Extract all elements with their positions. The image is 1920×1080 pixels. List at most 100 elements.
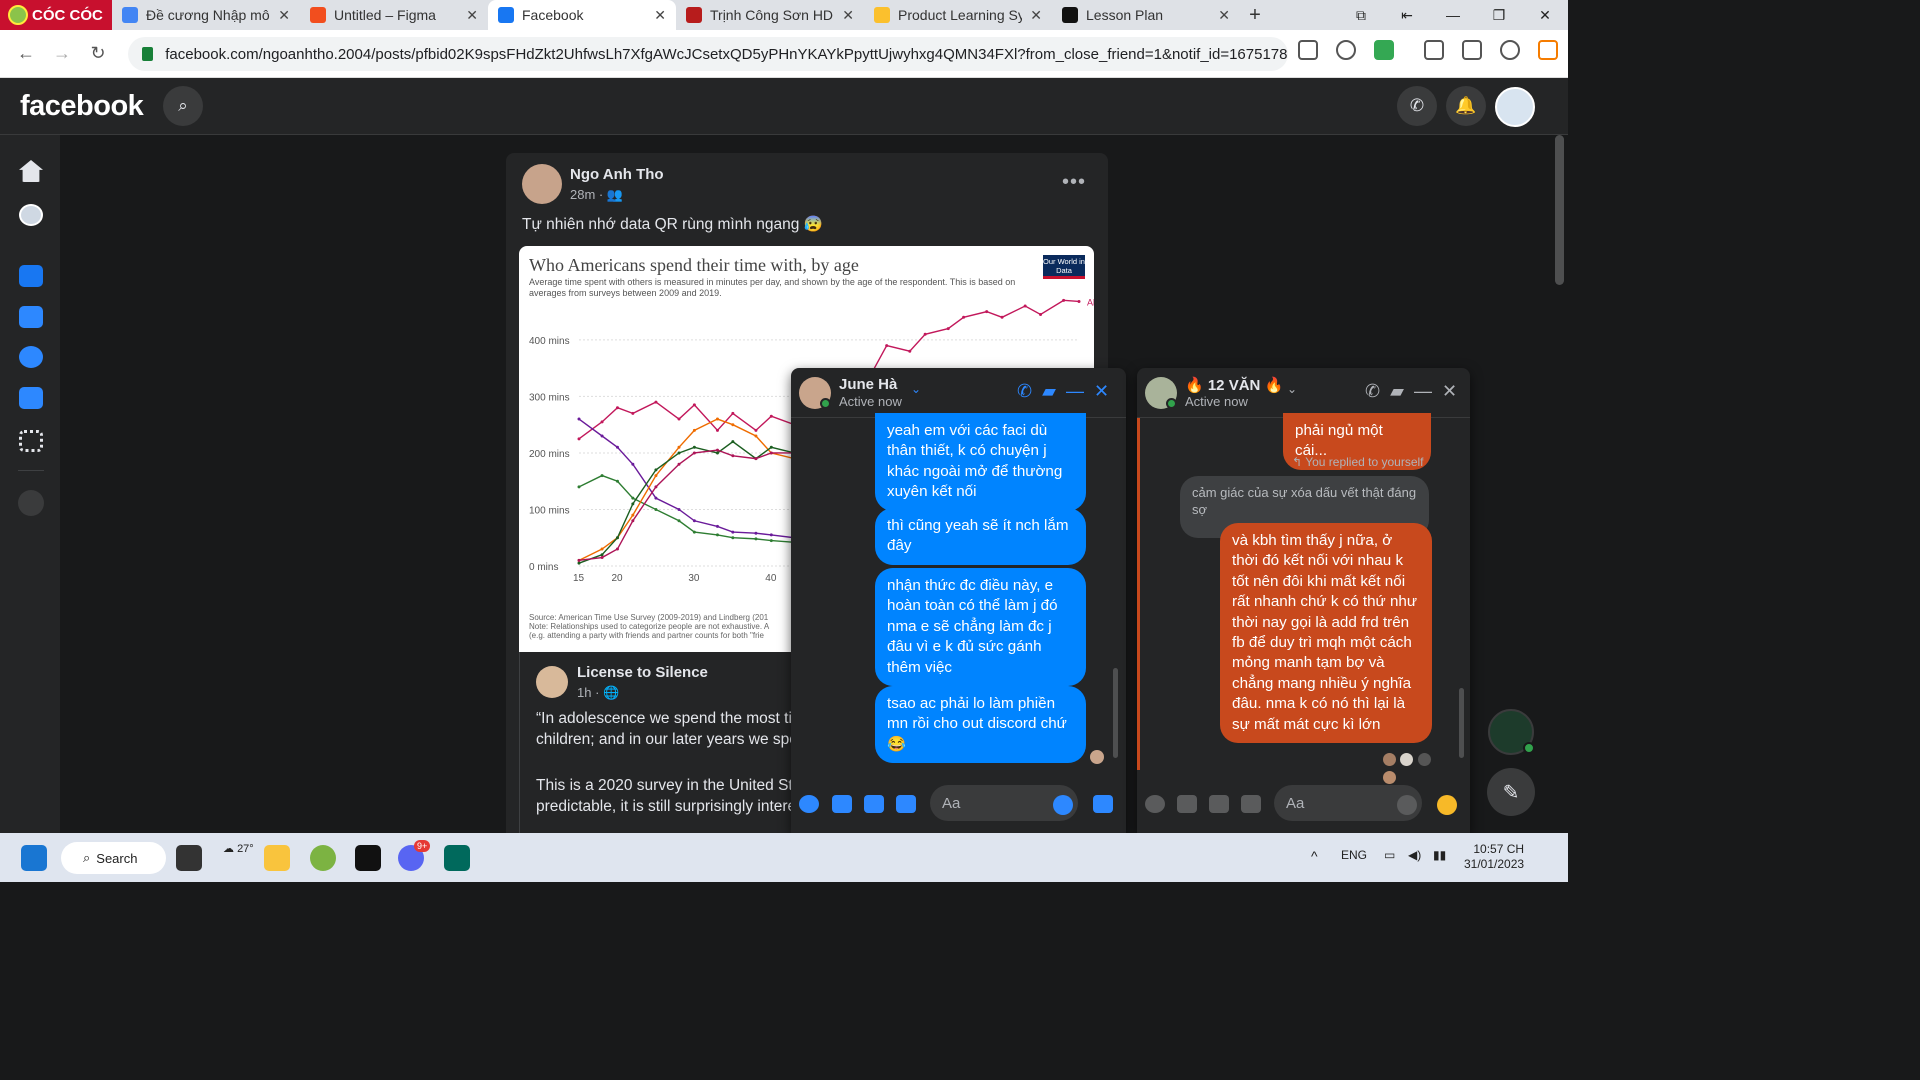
close-tab-icon[interactable]: ✕: [278, 7, 290, 24]
message-bubble[interactable]: và kbh tìm thấy j nữa, ở thời đó kết nối…: [1220, 523, 1432, 744]
like-icon[interactable]: [1093, 795, 1113, 813]
chat-scrollbar[interactable]: [1459, 688, 1464, 758]
new-message-icon[interactable]: ✎: [1487, 768, 1535, 816]
marketplace-icon[interactable]: [19, 306, 43, 328]
weather-widget[interactable]: ☁ 27°: [223, 842, 254, 855]
file-explorer-icon[interactable]: [264, 845, 290, 871]
close-tab-icon[interactable]: ✕: [466, 7, 478, 24]
home-icon[interactable]: [19, 160, 43, 182]
phone-icon[interactable]: ✆: [1017, 381, 1032, 402]
chat-name[interactable]: 🔥 12 VĂN 🔥: [1185, 376, 1283, 394]
close-tab-icon[interactable]: ✕: [654, 7, 666, 24]
share-icon[interactable]: [1298, 40, 1318, 60]
notion-icon[interactable]: [355, 845, 381, 871]
message-bubble[interactable]: nhận thức đc điều này, e hoàn toàn có th…: [875, 568, 1086, 687]
gif-icon[interactable]: [1241, 795, 1261, 813]
plus-icon[interactable]: [799, 795, 819, 813]
close-chat-icon[interactable]: ✕: [1442, 381, 1457, 402]
close-window-button[interactable]: ✕: [1522, 7, 1568, 24]
reload-icon[interactable]: ↻: [80, 43, 116, 64]
sticker-icon[interactable]: [864, 795, 884, 813]
browser-tab[interactable]: Đề cương Nhập môn ✕: [112, 0, 300, 30]
windows-start-icon[interactable]: [21, 845, 47, 871]
link-icon[interactable]: [18, 490, 44, 516]
search-icon[interactable]: ⌕: [163, 86, 203, 126]
coccoc-logo[interactable]: CÓC CÓC: [0, 0, 112, 30]
facebook-logo[interactable]: facebook: [20, 90, 144, 123]
chevron-down-icon[interactable]: ⌄: [1287, 382, 1297, 396]
post-author-avatar[interactable]: [522, 164, 562, 204]
image-icon[interactable]: [832, 795, 852, 813]
music-icon[interactable]: [1462, 40, 1482, 60]
profile-avatar[interactable]: [1495, 87, 1535, 127]
url-field[interactable]: facebook.com/ngoanhtho.2004/posts/pfbid0…: [128, 37, 1288, 71]
profile-icon[interactable]: [1500, 40, 1520, 60]
download-manager-icon[interactable]: [1538, 40, 1558, 60]
menu-grid-icon[interactable]: [19, 430, 43, 452]
minimize-chat-icon[interactable]: —: [1414, 381, 1432, 402]
app-icon[interactable]: [444, 845, 470, 871]
data-point: [1023, 304, 1027, 308]
message-bubble[interactable]: yeah em với các faci dù thân thiết, k có…: [875, 413, 1086, 511]
data-point: [769, 414, 773, 418]
minimize-button[interactable]: —: [1430, 7, 1476, 23]
language-indicator[interactable]: ENG: [1341, 848, 1367, 862]
messenger-icon[interactable]: ✆: [1397, 86, 1437, 126]
tray-chevron-icon[interactable]: ^: [1311, 848, 1318, 864]
taskbar-clock[interactable]: 10:57 CH 31/01/2023: [1464, 842, 1524, 872]
close-tab-icon[interactable]: ✕: [1030, 7, 1042, 24]
browser-tab[interactable]: Facebook ✕: [488, 0, 676, 30]
post-author-name[interactable]: Ngo Anh Tho: [570, 166, 664, 183]
video-icon[interactable]: ▰: [1390, 381, 1404, 402]
gaming-icon[interactable]: [19, 387, 43, 409]
profile-nav-avatar[interactable]: [19, 204, 43, 226]
chat-scrollbar[interactable]: [1113, 668, 1118, 758]
browser-tab[interactable]: Lesson Plan ✕: [1052, 0, 1240, 30]
volume-icon[interactable]: ◀): [1408, 848, 1421, 862]
groups-icon[interactable]: [19, 346, 43, 368]
shared-author-name[interactable]: License to Silence: [577, 664, 708, 681]
minimize-chat-icon[interactable]: —: [1066, 381, 1084, 402]
battery-icon[interactable]: ▮▮: [1433, 848, 1446, 862]
close-chat-icon[interactable]: ✕: [1094, 381, 1109, 402]
browser-tab[interactable]: Trịnh Công Sơn HD ✕: [676, 0, 864, 30]
emoji-icon[interactable]: [1397, 795, 1417, 815]
maximize-button[interactable]: ❐: [1476, 7, 1522, 24]
coccoc-taskbar-icon[interactable]: [310, 845, 336, 871]
browser-tab[interactable]: Product Learning Sy ✕: [864, 0, 1052, 30]
chevron-down-icon[interactable]: ⌄: [911, 382, 921, 396]
chat-name[interactable]: June Hà: [839, 376, 897, 393]
sticker-icon[interactable]: [1209, 795, 1229, 813]
message-bubble[interactable]: thì cũng yeah sẽ ít nch lắm đây: [875, 508, 1086, 565]
shared-author-avatar[interactable]: [536, 666, 568, 698]
smile-reaction-icon[interactable]: [1437, 795, 1457, 815]
tab-search-icon[interactable]: ⧉: [1338, 7, 1384, 24]
notifications-icon[interactable]: 🔔: [1446, 86, 1486, 126]
new-tab-button[interactable]: +: [1240, 4, 1270, 27]
video-icon[interactable]: ▰: [1042, 381, 1056, 402]
close-tab-icon[interactable]: ✕: [1218, 7, 1230, 24]
chat-header: 🔥 12 VĂN 🔥 Active now ⌄ ✆ ▰ — ✕: [1137, 368, 1470, 418]
close-tab-icon[interactable]: ✕: [842, 7, 854, 24]
message-bubble[interactable]: tsao ac phải lo làm phiền mn rồi cho out…: [875, 686, 1086, 764]
watch-icon[interactable]: [19, 265, 43, 287]
shared-timestamp[interactable]: 1h · 🌐: [577, 685, 619, 701]
post-timestamp[interactable]: 28m · 👥: [570, 187, 623, 203]
star-icon[interactable]: [1336, 40, 1356, 60]
network-icon[interactable]: ▭: [1384, 848, 1395, 862]
emoji-icon[interactable]: [1053, 795, 1073, 815]
gif-icon[interactable]: [896, 795, 916, 813]
page-scrollbar[interactable]: [1555, 135, 1564, 285]
back-tabs-icon[interactable]: ⇤: [1384, 7, 1430, 24]
back-icon[interactable]: ←: [8, 43, 44, 64]
download-icon[interactable]: [1374, 40, 1394, 60]
browser-tab[interactable]: Untitled – Figma ✕: [300, 0, 488, 30]
extensions-icon[interactable]: [1424, 40, 1444, 60]
more-options-icon[interactable]: •••: [1062, 171, 1086, 194]
image-icon[interactable]: [1177, 795, 1197, 813]
task-view-icon[interactable]: [176, 845, 202, 871]
phone-icon[interactable]: ✆: [1365, 381, 1380, 402]
forward-icon[interactable]: →: [44, 43, 80, 64]
plus-icon[interactable]: [1145, 795, 1165, 813]
taskbar-search[interactable]: ⌕ Search: [61, 842, 166, 874]
